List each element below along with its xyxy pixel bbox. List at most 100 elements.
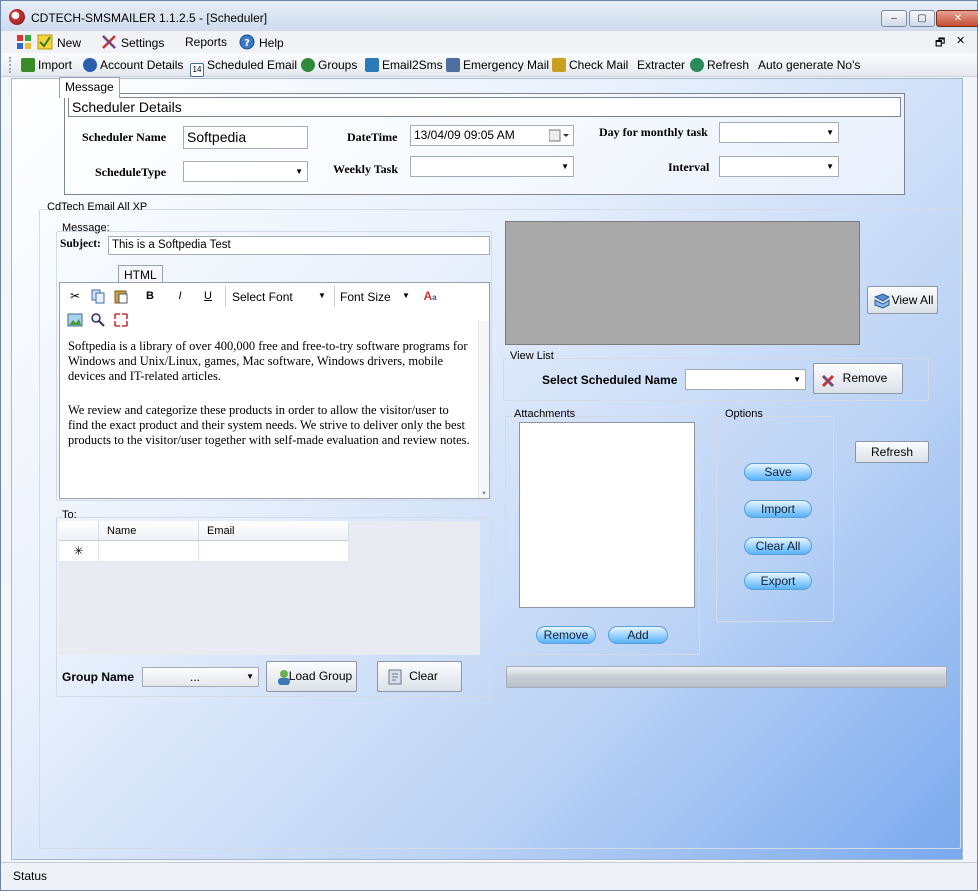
paste-icon[interactable] (113, 288, 129, 304)
tab-message[interactable]: Message (59, 77, 120, 98)
attachments-add-button[interactable]: Add (608, 626, 668, 644)
font-size-dropdown[interactable]: Font Size ▼ (340, 290, 410, 304)
toolbar-check-mail[interactable]: Check Mail (552, 57, 628, 73)
underline-icon[interactable]: U (200, 288, 216, 304)
view-all-label: View All (891, 293, 934, 307)
toolbar-import[interactable]: Import (21, 57, 72, 73)
toolbar-groups-label: Groups (318, 58, 358, 72)
insert-image-icon[interactable] (67, 312, 83, 328)
client-area: Scheduler Details Scheduler Name Softped… (11, 77, 963, 860)
toolbar-refresh-label: Refresh (707, 58, 750, 72)
title-bar[interactable]: CDTECH-SMSMAILER 1.1.2.5 - [Scheduler] –… (1, 1, 978, 31)
bold-icon[interactable]: B (142, 288, 158, 304)
clear-button[interactable]: Clear (377, 661, 462, 692)
select-scheduled-label: Select Scheduled Name (542, 373, 678, 387)
datetime-picker[interactable]: 13/04/09 09:05 AM (410, 125, 574, 146)
toolbar-email2sms[interactable]: Email2Sms (365, 57, 443, 73)
import-button[interactable]: Import (744, 500, 812, 518)
minimize-button[interactable]: – (881, 10, 907, 27)
toolbar-groups[interactable]: Groups (301, 57, 357, 73)
attachments-remove-button[interactable]: Remove (536, 626, 596, 644)
italic-icon[interactable]: I (172, 288, 188, 304)
emergency-mail-icon (446, 58, 460, 72)
menu-reports[interactable]: Reports (185, 34, 227, 50)
message-body[interactable]: Softpedia is a library of over 400,000 f… (60, 334, 478, 498)
font-size-label: Font Size (340, 290, 391, 304)
find-icon[interactable] (90, 312, 106, 328)
grid-cell-name[interactable] (99, 541, 199, 562)
grid-corner-header (59, 521, 99, 541)
scroll-down-icon[interactable]: ▼ (481, 491, 487, 497)
groups-icon (301, 58, 315, 72)
new-row-marker-icon: ✳ (59, 541, 99, 562)
editor-scrollbar[interactable]: ▼ (478, 321, 489, 498)
cut-icon[interactable]: ✂ (67, 288, 83, 304)
grid-header-email[interactable]: Email (199, 521, 349, 541)
interval-select[interactable] (719, 156, 839, 177)
svg-text:?: ? (244, 38, 250, 49)
close-button[interactable]: ✕ (936, 10, 978, 27)
toolbar-account-details[interactable]: Account Details (83, 57, 183, 73)
remove-scheduled-button[interactable]: Remove (813, 363, 903, 394)
schedule-type-select[interactable] (183, 161, 308, 182)
toolbar-auto-generate[interactable]: Auto generate No's (758, 57, 860, 73)
message-group-title: Message: (62, 222, 110, 234)
export-button[interactable]: Export (744, 572, 812, 590)
font-size-arrow-icon: ▼ (402, 291, 410, 300)
toolbar-grip[interactable] (9, 57, 12, 73)
mdi-restore-button[interactable]: 🗗 (935, 34, 945, 53)
scheduler-details-header: Scheduler Details (68, 97, 901, 117)
clear-icon (386, 668, 404, 697)
recipients-grid[interactable]: Name Email ✳ (59, 521, 480, 655)
toolbar-scheduled-email[interactable]: 14 Scheduled Email (190, 57, 297, 77)
select-scheduled-select[interactable] (685, 369, 806, 390)
weekly-task-select[interactable] (410, 156, 574, 177)
font-color-icon[interactable]: Aa (422, 288, 438, 304)
menu-new[interactable]: New (37, 34, 81, 50)
toolbar-emergency-mail[interactable]: Emergency Mail (446, 57, 549, 73)
save-button[interactable]: Save (744, 463, 812, 481)
clear-label: Clear (409, 669, 438, 683)
menu-new-label: New (57, 36, 82, 50)
group-name-select[interactable]: ... (142, 667, 259, 687)
monthly-day-label: Day for monthly task (599, 125, 708, 139)
app-icon[interactable] (9, 9, 25, 25)
scheduler-details-panel: Scheduler Details Scheduler Name Softped… (64, 93, 905, 195)
copy-icon[interactable] (90, 288, 106, 304)
toolbar-separator (334, 286, 335, 306)
toolbar-emergency-mail-label: Emergency Mail (463, 58, 550, 72)
maximize-button[interactable]: ▢ (909, 10, 935, 27)
toolbar-refresh[interactable]: Refresh (690, 57, 749, 73)
fullscreen-icon[interactable] (113, 312, 129, 328)
schedule-type-label: ScheduleType (95, 165, 167, 179)
toolbar-extracter[interactable]: Extracter (637, 57, 685, 73)
menu-help[interactable]: ? Help (239, 34, 284, 50)
select-font-dropdown[interactable]: Select Font ▼ (232, 290, 326, 304)
grid-cell-email[interactable] (199, 541, 349, 562)
toolbar-import-label: Import (38, 58, 73, 72)
menu-app-icon[interactable] (17, 35, 31, 49)
load-group-button[interactable]: Load Group (266, 661, 357, 692)
monthly-day-select[interactable] (719, 122, 839, 143)
users-icon (83, 58, 97, 72)
calendar-dropdown-icon[interactable] (548, 129, 569, 142)
refresh-button[interactable]: Refresh (855, 441, 929, 463)
remove-scheduled-label: Remove (842, 371, 888, 385)
load-group-icon (275, 668, 293, 697)
select-font-arrow-icon: ▼ (318, 291, 326, 300)
menu-bar: New Settings Reports ? Help 🗗 ✕ (1, 31, 977, 53)
scheduler-name-input[interactable]: Softpedia (183, 126, 308, 149)
view-all-icon (873, 292, 891, 319)
clear-all-button[interactable]: Clear All (744, 537, 812, 555)
grid-header-name[interactable]: Name (99, 521, 199, 541)
view-list-group-title: View List (510, 350, 554, 362)
status-text: Status (13, 869, 48, 883)
view-all-button[interactable]: View All (867, 286, 938, 314)
attachments-list[interactable] (519, 422, 695, 608)
subject-label: Subject: (60, 238, 101, 250)
toolbar: Import Account Details 14 Scheduled Email… (1, 53, 977, 77)
menu-settings[interactable]: Settings (101, 34, 164, 50)
mdi-close-button[interactable]: ✕ (956, 34, 965, 47)
subject-input[interactable]: This is a Softpedia Test (108, 236, 490, 255)
message-paragraph: Softpedia is a library of over 400,000 f… (68, 339, 468, 383)
